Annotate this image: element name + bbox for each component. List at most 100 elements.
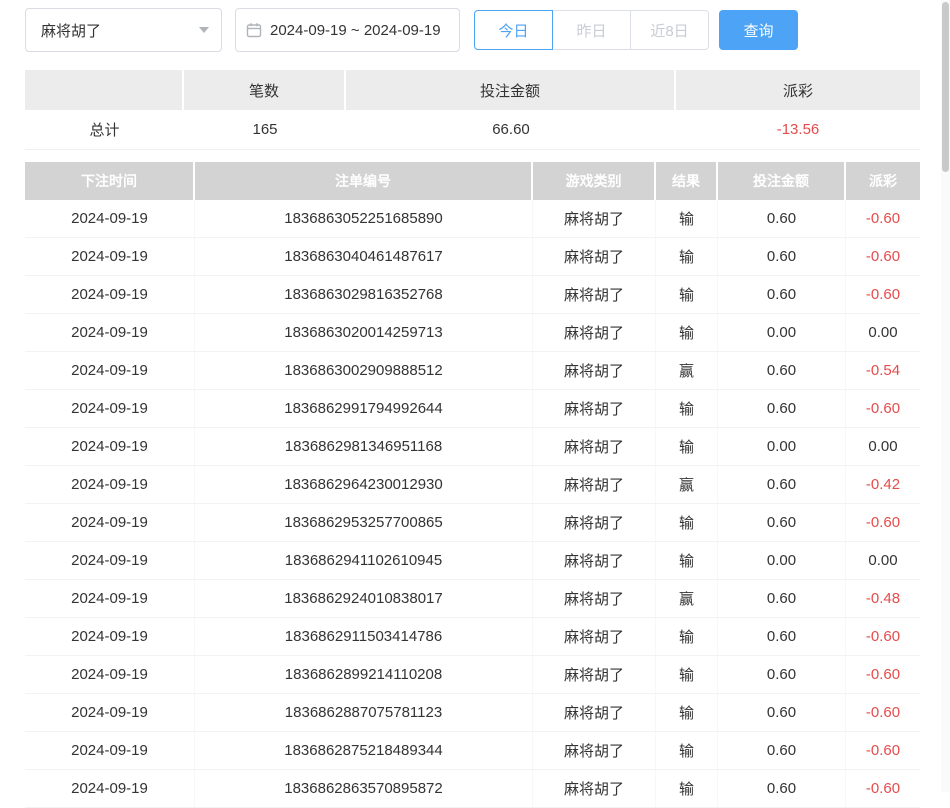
cell-game: 麻将胡了 — [533, 200, 656, 237]
cell-order-id: 1836862863570895872 — [195, 770, 533, 807]
summary-table: 笔数 投注金额 派彩 总计 165 66.60 -13.56 — [25, 70, 920, 150]
game-select-value: 麻将胡了 — [41, 20, 101, 41]
header-order-id: 注单编号 — [195, 162, 533, 200]
cell-result: 输 — [656, 542, 718, 579]
cell-result: 输 — [656, 238, 718, 275]
cell-result: 输 — [656, 694, 718, 731]
cell-result: 赢 — [656, 352, 718, 389]
table-row: 2024-09-19 1836863002909888512 麻将胡了 赢 0.… — [25, 352, 920, 390]
cell-game: 麻将胡了 — [533, 770, 656, 807]
filter-toolbar: 麻将胡了 2024-09-19 ~ 2024-09-19 今日 昨日 近8日 查… — [25, 8, 920, 52]
cell-result: 赢 — [656, 466, 718, 503]
cell-payout: -0.60 — [846, 238, 920, 275]
cell-time: 2024-09-19 — [25, 656, 195, 693]
cell-order-id: 1836862981346951168 — [195, 428, 533, 465]
table-row: 2024-09-19 1836862863570895872 麻将胡了 输 0.… — [25, 770, 920, 808]
table-row: 2024-09-19 1836862964230012930 麻将胡了 赢 0.… — [25, 466, 920, 504]
cell-payout: -0.60 — [846, 770, 920, 807]
table-row: 2024-09-19 1836862991794992644 麻将胡了 输 0.… — [25, 390, 920, 428]
summary-total-row: 总计 165 66.60 -13.56 — [25, 110, 920, 150]
cell-time: 2024-09-19 — [25, 732, 195, 769]
cell-bet: 0.60 — [718, 580, 846, 617]
cell-payout: -0.60 — [846, 618, 920, 655]
header-bet-amount: 投注金额 — [718, 162, 846, 200]
cell-order-id: 1836863029816352768 — [195, 276, 533, 313]
cell-game: 麻将胡了 — [533, 238, 656, 275]
cell-time: 2024-09-19 — [25, 200, 195, 237]
cell-payout: -0.60 — [846, 504, 920, 541]
cell-payout: 0.00 — [846, 542, 920, 579]
cell-order-id: 1836862991794992644 — [195, 390, 533, 427]
cell-payout: -0.42 — [846, 466, 920, 503]
cell-order-id: 1836862875218489344 — [195, 732, 533, 769]
cell-payout: -0.60 — [846, 276, 920, 313]
cell-game: 麻将胡了 — [533, 694, 656, 731]
cell-time: 2024-09-19 — [25, 428, 195, 465]
quick-btn-today[interactable]: 今日 — [474, 10, 553, 50]
cell-game: 麻将胡了 — [533, 618, 656, 655]
cell-time: 2024-09-19 — [25, 770, 195, 807]
cell-payout: -0.54 — [846, 352, 920, 389]
date-range-input[interactable]: 2024-09-19 ~ 2024-09-19 — [235, 8, 460, 52]
cell-bet: 0.60 — [718, 770, 846, 807]
game-select[interactable]: 麻将胡了 — [25, 8, 222, 52]
cell-result: 赢 — [656, 580, 718, 617]
cell-order-id: 1836863052251685890 — [195, 200, 533, 237]
cell-payout: -0.60 — [846, 390, 920, 427]
table-row: 2024-09-19 1836862911503414786 麻将胡了 输 0.… — [25, 618, 920, 656]
cell-time: 2024-09-19 — [25, 466, 195, 503]
betting-records-page: 麻将胡了 2024-09-19 ~ 2024-09-19 今日 昨日 近8日 查… — [0, 0, 920, 808]
table-row: 2024-09-19 1836862924010838017 麻将胡了 赢 0.… — [25, 580, 920, 618]
cell-game: 麻将胡了 — [533, 542, 656, 579]
header-result: 结果 — [656, 162, 718, 200]
date-range-value: 2024-09-19 ~ 2024-09-19 — [270, 22, 441, 39]
cell-game: 麻将胡了 — [533, 314, 656, 351]
cell-result: 输 — [656, 770, 718, 807]
cell-result: 输 — [656, 656, 718, 693]
cell-time: 2024-09-19 — [25, 314, 195, 351]
table-row: 2024-09-19 1836863052251685890 麻将胡了 输 0.… — [25, 200, 920, 238]
chevron-down-icon — [199, 27, 209, 33]
cell-game: 麻将胡了 — [533, 504, 656, 541]
header-game-type: 游戏类别 — [533, 162, 656, 200]
scrollbar-thumb[interactable] — [942, 2, 949, 172]
cell-bet: 0.60 — [718, 618, 846, 655]
cell-order-id: 1836862911503414786 — [195, 618, 533, 655]
table-row: 2024-09-19 1836862899214110208 麻将胡了 输 0.… — [25, 656, 920, 694]
cell-game: 麻将胡了 — [533, 656, 656, 693]
cell-time: 2024-09-19 — [25, 618, 195, 655]
cell-result: 输 — [656, 428, 718, 465]
header-payout: 派彩 — [846, 162, 920, 200]
cell-payout: 0.00 — [846, 314, 920, 351]
cell-game: 麻将胡了 — [533, 390, 656, 427]
bet-table-body: 2024-09-19 1836863052251685890 麻将胡了 输 0.… — [25, 200, 920, 808]
cell-game: 麻将胡了 — [533, 732, 656, 769]
summary-header-row: 笔数 投注金额 派彩 — [25, 70, 920, 110]
cell-result: 输 — [656, 276, 718, 313]
summary-total-label: 总计 — [25, 110, 184, 149]
summary-header-count: 笔数 — [184, 70, 346, 110]
cell-result: 输 — [656, 732, 718, 769]
cell-payout: -0.60 — [846, 694, 920, 731]
table-row: 2024-09-19 1836862953257700865 麻将胡了 输 0.… — [25, 504, 920, 542]
cell-order-id: 1836862964230012930 — [195, 466, 533, 503]
cell-bet: 0.60 — [718, 504, 846, 541]
table-row: 2024-09-19 1836863029816352768 麻将胡了 输 0.… — [25, 276, 920, 314]
cell-result: 输 — [656, 618, 718, 655]
vertical-scrollbar[interactable] — [941, 0, 950, 792]
cell-payout: -0.60 — [846, 200, 920, 237]
calendar-icon — [246, 22, 262, 38]
quick-btn-last8days[interactable]: 近8日 — [630, 10, 709, 50]
cell-order-id: 1836862924010838017 — [195, 580, 533, 617]
quick-btn-yesterday[interactable]: 昨日 — [552, 10, 631, 50]
cell-time: 2024-09-19 — [25, 694, 195, 731]
cell-time: 2024-09-19 — [25, 580, 195, 617]
summary-header-blank — [25, 70, 184, 110]
cell-time: 2024-09-19 — [25, 390, 195, 427]
cell-bet: 0.00 — [718, 314, 846, 351]
summary-total-payout: -13.56 — [676, 110, 920, 149]
search-button[interactable]: 查询 — [719, 10, 798, 50]
table-row: 2024-09-19 1836862887075781123 麻将胡了 输 0.… — [25, 694, 920, 732]
cell-order-id: 1836862941102610945 — [195, 542, 533, 579]
table-row: 2024-09-19 1836862981346951168 麻将胡了 输 0.… — [25, 428, 920, 466]
